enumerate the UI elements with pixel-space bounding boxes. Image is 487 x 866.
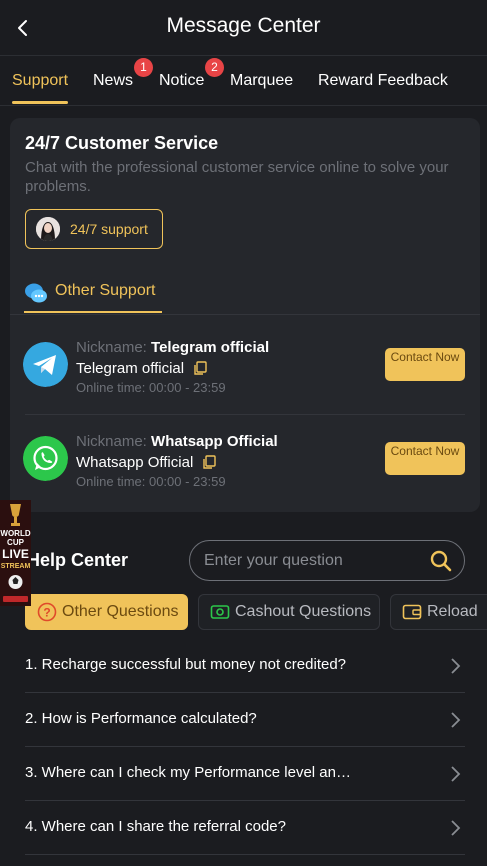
page-title: Message Center	[166, 14, 321, 37]
faq-question: 1. Recharge successful but money not cre…	[25, 656, 347, 673]
search-input[interactable]	[204, 550, 424, 572]
chevron-right-icon	[451, 820, 461, 836]
faq-question: 2. How is Performance calculated?	[25, 710, 257, 727]
contact-now-button-whatsapp[interactable]: Contact Now	[385, 442, 465, 475]
search-icon[interactable]	[430, 550, 452, 572]
chevron-right-icon	[451, 712, 461, 728]
other-support-label: Other Support	[55, 282, 156, 299]
chat-bubble-icon	[25, 283, 47, 303]
copy-icon[interactable]	[202, 455, 217, 469]
category-cashout-questions[interactable]: Cashout Questions	[198, 594, 380, 630]
question-icon: ?	[37, 602, 57, 622]
contact-name-text: Whatsapp Official	[76, 454, 194, 471]
tab-bar: Support News 1 Notice 2 Marquee Reward F…	[0, 56, 487, 106]
nickname-value: Telegram official	[151, 339, 270, 356]
nickname-label: Nickname:	[76, 339, 147, 356]
category-label: Other Questions	[62, 603, 179, 620]
faq-item[interactable]: 4. Where can I share the referral code?	[25, 801, 465, 855]
faq-item[interactable]: 1. Recharge successful but money not cre…	[25, 639, 465, 693]
faq-item[interactable]: 2. How is Performance calculated?	[25, 693, 465, 747]
app-header: Message Center	[0, 0, 487, 56]
tab-reward-feedback[interactable]: Reward Feedback	[318, 72, 448, 90]
news-badge: 1	[134, 58, 153, 77]
tab-news[interactable]: News	[93, 72, 133, 90]
contact-row-whatsapp: Nickname: Whatsapp Official Whatsapp Off…	[10, 409, 480, 509]
customer-service-card: 24/7 Customer Service Chat with the prof…	[10, 118, 480, 512]
help-center-title: Help Center	[27, 550, 129, 570]
faq-question: 3. Where can I check my Performance leve…	[25, 764, 351, 781]
question-categories: ? Other Questions Cashout Questions Relo…	[0, 594, 487, 630]
nickname-value: Whatsapp Official	[151, 433, 278, 450]
notice-badge: 2	[205, 58, 224, 77]
svg-text:CUP: CUP	[7, 538, 25, 547]
svg-text:?: ?	[43, 606, 50, 620]
other-support-tab[interactable]: Other Support	[24, 279, 162, 315]
contact-name: Whatsapp Official	[76, 454, 217, 471]
nickname-line: Nickname: Whatsapp Official	[76, 433, 278, 450]
contact-name: Telegram official	[76, 360, 207, 377]
support-button-label: 24/7 support	[70, 221, 148, 237]
tab-support[interactable]: Support	[12, 72, 68, 90]
chevron-right-icon	[451, 658, 461, 674]
contact-row-telegram: Nickname: Telegram official Telegram off…	[10, 315, 480, 415]
active-tab-indicator	[12, 101, 68, 104]
help-center-section: Help Center ? Other Questions Cashout Qu…	[0, 528, 487, 866]
category-reload[interactable]: Reload	[390, 594, 487, 630]
other-support-underline	[24, 311, 162, 313]
nickname-label: Nickname:	[76, 433, 147, 450]
tab-marquee[interactable]: Marquee	[230, 72, 293, 90]
faq-question: 4. Where can I share the referral code?	[25, 818, 286, 835]
category-other-questions[interactable]: ? Other Questions	[25, 594, 188, 630]
cash-icon	[210, 605, 230, 619]
service-title: 24/7 Customer Service	[25, 133, 219, 153]
tab-notice[interactable]: Notice	[159, 72, 204, 90]
category-label: Reload	[427, 603, 478, 620]
wallet-icon	[402, 604, 422, 620]
nickname-line: Nickname: Telegram official	[76, 339, 269, 356]
faq-item[interactable]: 3. Where can I check my Performance leve…	[25, 747, 465, 801]
service-description: Chat with the professional customer serv…	[25, 159, 449, 195]
telegram-icon	[23, 342, 68, 387]
world-cup-live-stream-banner[interactable]: WORLD CUP LIVE STREAM	[0, 500, 31, 606]
category-label: Cashout Questions	[235, 603, 372, 620]
svg-text:WORLD: WORLD	[0, 529, 30, 538]
agent-avatar	[36, 217, 60, 241]
svg-text:STREAM: STREAM	[1, 563, 31, 570]
question-search	[189, 540, 465, 581]
copy-icon[interactable]	[193, 361, 207, 375]
contact-now-button-telegram[interactable]: Contact Now	[385, 348, 465, 381]
whatsapp-icon	[23, 436, 68, 481]
svg-text:LIVE: LIVE	[2, 547, 29, 561]
online-time: Online time: 00:00 - 23:59	[76, 380, 226, 395]
world-cup-trophy-icon: WORLD CUP LIVE STREAM	[0, 500, 31, 606]
contact-name-text: Telegram official	[76, 360, 185, 377]
chevron-right-icon	[451, 766, 461, 782]
online-time: Online time: 00:00 - 23:59	[76, 474, 226, 489]
support-247-button[interactable]: 24/7 support	[25, 209, 163, 249]
